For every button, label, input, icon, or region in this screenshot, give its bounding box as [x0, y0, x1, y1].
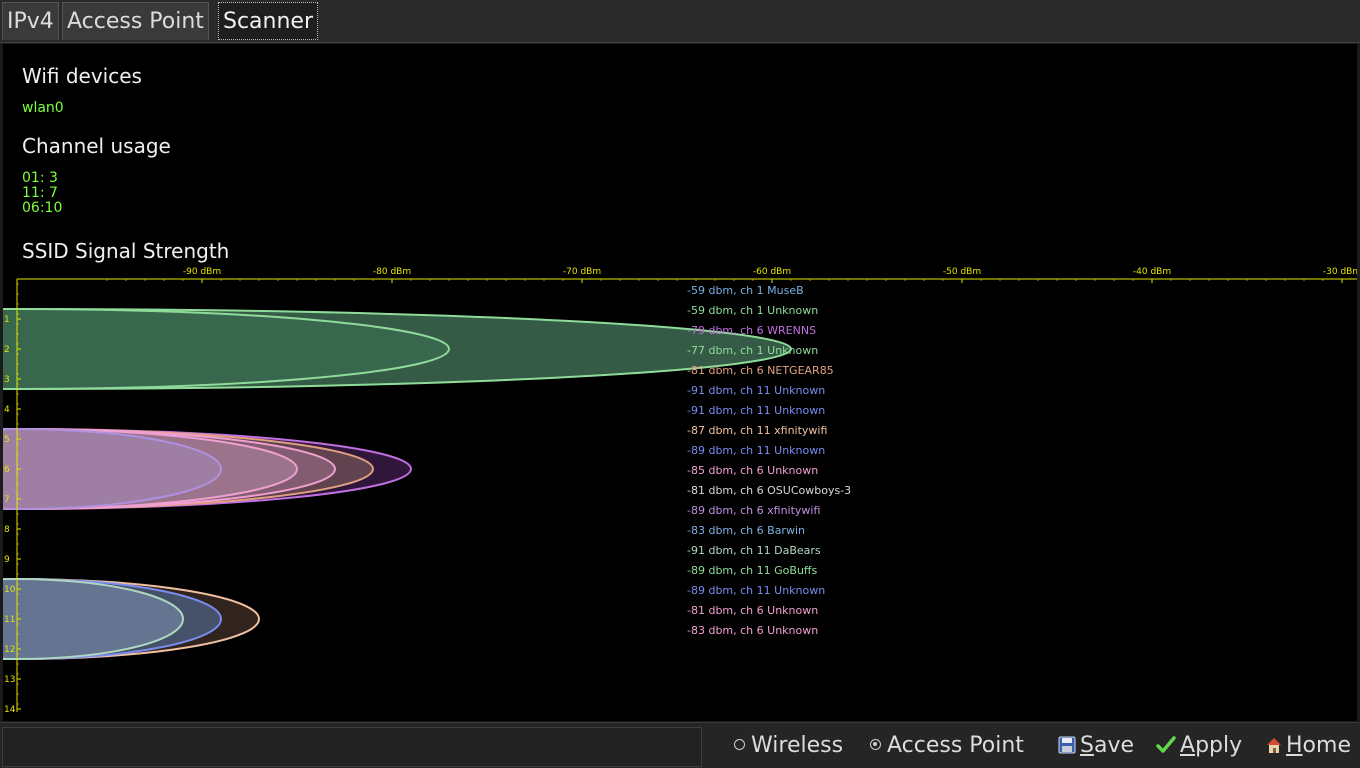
apply-button[interactable]: Apply — [1156, 731, 1242, 761]
bottom-bar: Wireless Access Point Save Apply Home — [0, 722, 1360, 768]
network-entry: -59 dbm, ch 1 MuseB — [687, 284, 804, 297]
y-tick-label: 7 — [4, 495, 10, 505]
network-entry: -85 dbm, ch 6 Unknown — [687, 464, 818, 477]
apply-label: pply — [1195, 733, 1243, 758]
network-entry: -83 dbm, ch 6 Unknown — [687, 624, 818, 637]
network-entry: -91 dbm, ch 11 Unknown — [687, 384, 825, 397]
y-tick-label: 9 — [4, 555, 10, 565]
save-label: ave — [1093, 733, 1135, 758]
tab-access-point[interactable]: Access Point — [62, 2, 209, 40]
y-tick-label: 10 — [4, 585, 16, 595]
network-entry: -87 dbm, ch 11 xfinitywifi — [687, 424, 827, 437]
y-tick-label: 13 — [4, 675, 15, 685]
network-entry: -59 dbm, ch 1 Unknown — [687, 304, 818, 317]
radio-wireless-label: Wireless — [751, 733, 844, 758]
y-tick-label: 6 — [4, 465, 10, 475]
x-tick-label: -40 dBm — [1133, 267, 1171, 277]
network-entry: -83 dbm, ch 6 Barwin — [687, 524, 805, 537]
network-entry: -89 dbm, ch 6 xfinitywifi — [687, 504, 820, 517]
apply-accel: A — [1180, 733, 1196, 758]
checkmark-icon — [1156, 736, 1176, 753]
x-tick-label: -90 dBm — [183, 267, 221, 277]
y-tick-label: 4 — [4, 405, 10, 415]
x-tick-label: -30 dBm — [1323, 267, 1357, 277]
home-label: ome — [1302, 733, 1351, 758]
signal-strength-chart: -90 dBm -80 dBm -70 dBm -60 dBm -50 dBm -40 d… — [3, 267, 1357, 715]
tab-ipv4[interactable]: IPv4 — [2, 2, 59, 40]
network-entry: -89 dbm, ch 11 GoBuffs — [687, 564, 817, 577]
network-entry: -91 dbm, ch 11 Unknown — [687, 404, 825, 417]
y-tick-label: 11 — [4, 615, 15, 625]
tab-scanner[interactable]: Scanner — [218, 2, 319, 40]
radio-access-point-label: Access Point — [887, 733, 1024, 758]
save-button[interactable]: Save — [1058, 731, 1134, 761]
tab-bar: IPv4 Access Point Scanner — [0, 0, 1360, 43]
save-accel: S — [1080, 733, 1094, 758]
y-tick-label: 2 — [4, 345, 10, 355]
network-entry: -81 dbm, ch 6 OSUCowboys-3 — [687, 484, 851, 497]
home-button[interactable]: Home — [1266, 731, 1351, 761]
x-tick-label: -70 dBm — [563, 267, 601, 277]
network-entry: -77 dbm, ch 1 Unknown — [687, 344, 818, 357]
network-entry: -81 dbm, ch 6 Unknown — [687, 604, 818, 617]
x-tick-label: -80 dBm — [373, 267, 411, 277]
radio-button-icon — [734, 739, 745, 750]
radio-button-selected-icon — [870, 739, 881, 750]
network-entry: -81 dbm, ch 6 NETGEAR85 — [687, 364, 834, 377]
scanner-panel: Wifi devices wlan0 Channel usage 01: 3 1… — [3, 44, 1357, 721]
network-entry: -79 dbm, ch 6 WRENNS — [687, 324, 816, 337]
y-tick-label: 8 — [4, 525, 10, 535]
y-tick-label: 12 — [4, 645, 15, 655]
y-tick-label: 1 — [4, 315, 10, 325]
radio-access-point[interactable]: Access Point — [870, 731, 1024, 761]
home-accel: H — [1286, 733, 1303, 758]
x-tick-label: -60 dBm — [753, 267, 791, 277]
y-tick-label: 5 — [4, 435, 10, 445]
y-tick-label: 14 — [4, 705, 16, 715]
floppy-disk-icon — [1058, 736, 1076, 754]
y-tick-label: 3 — [4, 375, 10, 385]
house-icon — [1267, 738, 1281, 753]
status-panel — [2, 727, 702, 767]
radio-wireless[interactable]: Wireless — [734, 731, 843, 761]
network-entry: -89 dbm, ch 11 Unknown — [687, 444, 825, 457]
x-tick-label: -50 dBm — [943, 267, 981, 277]
network-entry: -89 dbm, ch 11 Unknown — [687, 584, 825, 597]
network-entry: -91 dbm, ch 11 DaBears — [687, 544, 821, 557]
